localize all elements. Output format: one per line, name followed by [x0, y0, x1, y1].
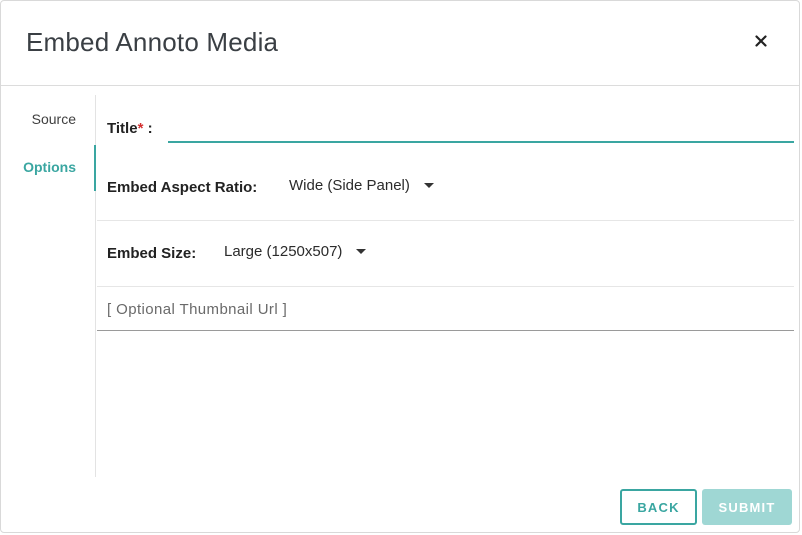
- embed-dialog: Embed Annoto Media Source Options Title*…: [0, 0, 800, 533]
- title-label-text: Title: [107, 120, 138, 137]
- caret-down-icon: [423, 183, 434, 188]
- title-label-colon: :: [147, 120, 153, 137]
- aspect-ratio-select[interactable]: Wide (Side Panel): [289, 177, 434, 194]
- submit-button[interactable]: SUBMIT: [702, 489, 792, 525]
- embed-size-row: Embed Size: Large (1250x507): [97, 221, 794, 287]
- aspect-ratio-row: Embed Aspect Ratio: Wide (Side Panel): [97, 155, 794, 221]
- back-button[interactable]: BACK: [620, 489, 697, 525]
- dialog-title: Embed Annoto Media: [26, 27, 279, 57]
- dialog-header: Embed Annoto Media: [1, 1, 799, 86]
- embed-size-value: Large (1250x507): [224, 243, 343, 260]
- close-button[interactable]: [747, 27, 775, 55]
- aspect-ratio-label: Embed Aspect Ratio:: [107, 179, 258, 196]
- aspect-ratio-value: Wide (Side Panel): [289, 177, 410, 194]
- required-mark: *: [137, 120, 144, 137]
- sidebar-item-options[interactable]: Options: [0, 145, 96, 191]
- close-icon: [755, 35, 767, 47]
- title-field-label: Title* :: [107, 120, 153, 137]
- thumbnail-url-input[interactable]: [107, 301, 787, 318]
- embed-size-label: Embed Size:: [107, 245, 197, 262]
- caret-down-icon: [356, 249, 367, 254]
- sidebar-item-source[interactable]: Source: [0, 111, 95, 127]
- title-input[interactable]: [168, 117, 794, 143]
- embed-size-select[interactable]: Large (1250x507): [224, 243, 367, 260]
- thumbnail-field: [97, 287, 794, 331]
- sidebar-nav: Source Options: [1, 95, 96, 477]
